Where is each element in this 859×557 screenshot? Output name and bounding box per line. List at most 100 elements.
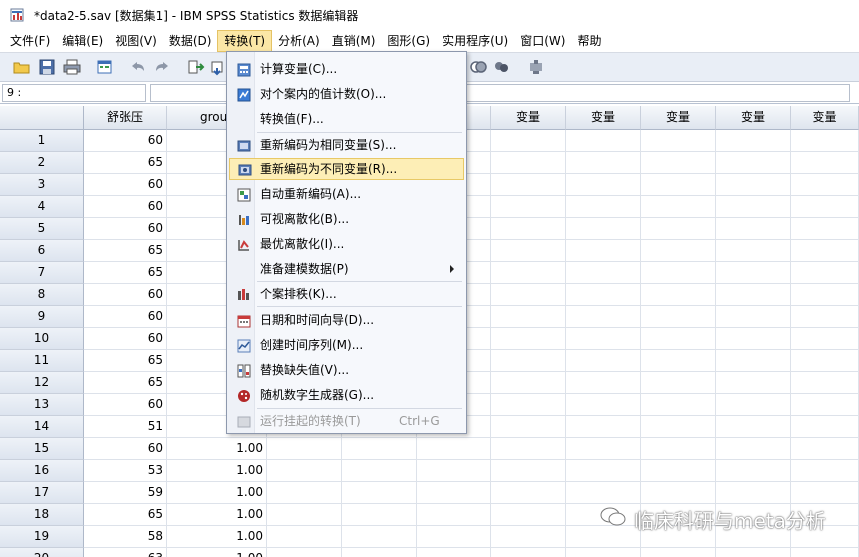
row-number[interactable]: 20 <box>0 548 84 557</box>
menu-help[interactable]: 帮助 <box>571 30 607 52</box>
data-cell[interactable] <box>791 174 859 196</box>
data-cell[interactable] <box>641 240 716 262</box>
undo-icon[interactable] <box>128 58 148 76</box>
data-cell[interactable] <box>417 548 491 557</box>
data-cell[interactable]: 1.00 <box>167 504 267 526</box>
data-cell[interactable]: 60 <box>84 394 167 416</box>
data-cell[interactable] <box>566 262 641 284</box>
data-cell[interactable] <box>566 196 641 218</box>
row-number[interactable]: 1 <box>0 130 84 152</box>
menu-edit[interactable]: 编辑(E) <box>56 30 109 52</box>
row-number[interactable]: 15 <box>0 438 84 460</box>
data-cell[interactable] <box>566 482 641 504</box>
data-cell[interactable] <box>791 240 859 262</box>
data-cell[interactable] <box>342 460 417 482</box>
row-number[interactable]: 9 <box>0 306 84 328</box>
data-cell[interactable]: 65 <box>84 350 167 372</box>
data-cell[interactable] <box>417 460 491 482</box>
data-cell[interactable] <box>566 152 641 174</box>
data-cell[interactable]: 60 <box>84 174 167 196</box>
data-cell[interactable] <box>791 394 859 416</box>
data-cell[interactable]: 1.00 <box>167 438 267 460</box>
data-cell[interactable] <box>641 218 716 240</box>
row-number[interactable]: 17 <box>0 482 84 504</box>
data-cell[interactable]: 58 <box>84 526 167 548</box>
menu-item-rank-cases[interactable]: 个案排秩(K)... <box>229 283 464 305</box>
data-cell[interactable] <box>267 548 342 557</box>
column-header[interactable]: 舒张压 <box>84 106 167 130</box>
data-cell[interactable] <box>267 460 342 482</box>
data-cell[interactable] <box>716 306 791 328</box>
column-header[interactable]: 变量 <box>641 106 716 130</box>
data-cell[interactable] <box>791 196 859 218</box>
open-folder-icon[interactable] <box>12 58 32 76</box>
data-cell[interactable]: 60 <box>84 196 167 218</box>
value-labels-icon[interactable] <box>468 58 488 76</box>
data-cell[interactable] <box>716 240 791 262</box>
menu-item-create-time-series[interactable]: 创建时间序列(M)... <box>229 334 464 356</box>
data-cell[interactable] <box>791 130 859 152</box>
data-cell[interactable] <box>491 548 566 557</box>
data-cell[interactable]: 53 <box>84 460 167 482</box>
column-header[interactable]: 变量 <box>791 106 859 130</box>
data-cell[interactable] <box>566 372 641 394</box>
data-cell[interactable] <box>641 306 716 328</box>
data-cell[interactable] <box>641 130 716 152</box>
data-cell[interactable] <box>641 262 716 284</box>
data-cell[interactable] <box>791 372 859 394</box>
data-cell[interactable] <box>641 174 716 196</box>
row-number[interactable]: 4 <box>0 196 84 218</box>
data-cell[interactable] <box>491 416 566 438</box>
data-cell[interactable] <box>491 482 566 504</box>
data-cell[interactable] <box>791 460 859 482</box>
menu-item-date-time-wizard[interactable]: 日期和时间向导(D)... <box>229 309 464 331</box>
data-cell[interactable]: 1.00 <box>167 548 267 557</box>
data-cell[interactable] <box>267 504 342 526</box>
menu-item-recode-same[interactable]: 重新编码为相同变量(S)... <box>229 134 464 156</box>
data-cell[interactable] <box>267 482 342 504</box>
menu-item-compute-variable[interactable]: 计算变量(C)... <box>229 58 464 80</box>
data-cell[interactable] <box>491 130 566 152</box>
row-number[interactable]: 19 <box>0 526 84 548</box>
row-number[interactable]: 8 <box>0 284 84 306</box>
data-cell[interactable] <box>641 460 716 482</box>
data-cell[interactable] <box>791 218 859 240</box>
data-cell[interactable] <box>491 460 566 482</box>
row-number[interactable]: 5 <box>0 218 84 240</box>
data-cell[interactable] <box>716 218 791 240</box>
data-cell[interactable] <box>641 438 716 460</box>
grid-corner[interactable] <box>0 106 84 130</box>
go-to-case-icon[interactable] <box>186 58 206 76</box>
data-cell[interactable] <box>566 218 641 240</box>
cell-reference-field[interactable]: 9 : <box>2 84 146 102</box>
data-cell[interactable] <box>566 130 641 152</box>
data-cell[interactable] <box>491 372 566 394</box>
data-cell[interactable] <box>791 328 859 350</box>
data-cell[interactable] <box>716 130 791 152</box>
data-cell[interactable] <box>491 438 566 460</box>
data-cell[interactable] <box>791 262 859 284</box>
menu-item-count-values[interactable]: 对个案内的值计数(O)... <box>229 83 464 105</box>
data-cell[interactable] <box>716 262 791 284</box>
data-cell[interactable] <box>267 438 342 460</box>
data-cell[interactable] <box>716 394 791 416</box>
menu-direct-marketing[interactable]: 直销(M) <box>326 30 382 52</box>
data-cell[interactable] <box>491 262 566 284</box>
data-cell[interactable]: 60 <box>84 284 167 306</box>
row-number[interactable]: 7 <box>0 262 84 284</box>
menu-item-visual-binning[interactable]: 可视离散化(B)... <box>229 208 464 230</box>
data-cell[interactable] <box>566 284 641 306</box>
data-cell[interactable] <box>491 240 566 262</box>
data-cell[interactable] <box>716 174 791 196</box>
data-cell[interactable] <box>491 350 566 372</box>
data-cell[interactable] <box>566 548 641 557</box>
data-cell[interactable] <box>491 328 566 350</box>
menu-item-shift-values[interactable]: 转换值(F)... <box>229 108 464 130</box>
data-cell[interactable] <box>716 152 791 174</box>
row-number[interactable]: 18 <box>0 504 84 526</box>
data-cell[interactable] <box>566 416 641 438</box>
data-cell[interactable] <box>716 328 791 350</box>
data-cell[interactable] <box>491 152 566 174</box>
data-cell[interactable] <box>342 526 417 548</box>
data-cell[interactable]: 65 <box>84 262 167 284</box>
